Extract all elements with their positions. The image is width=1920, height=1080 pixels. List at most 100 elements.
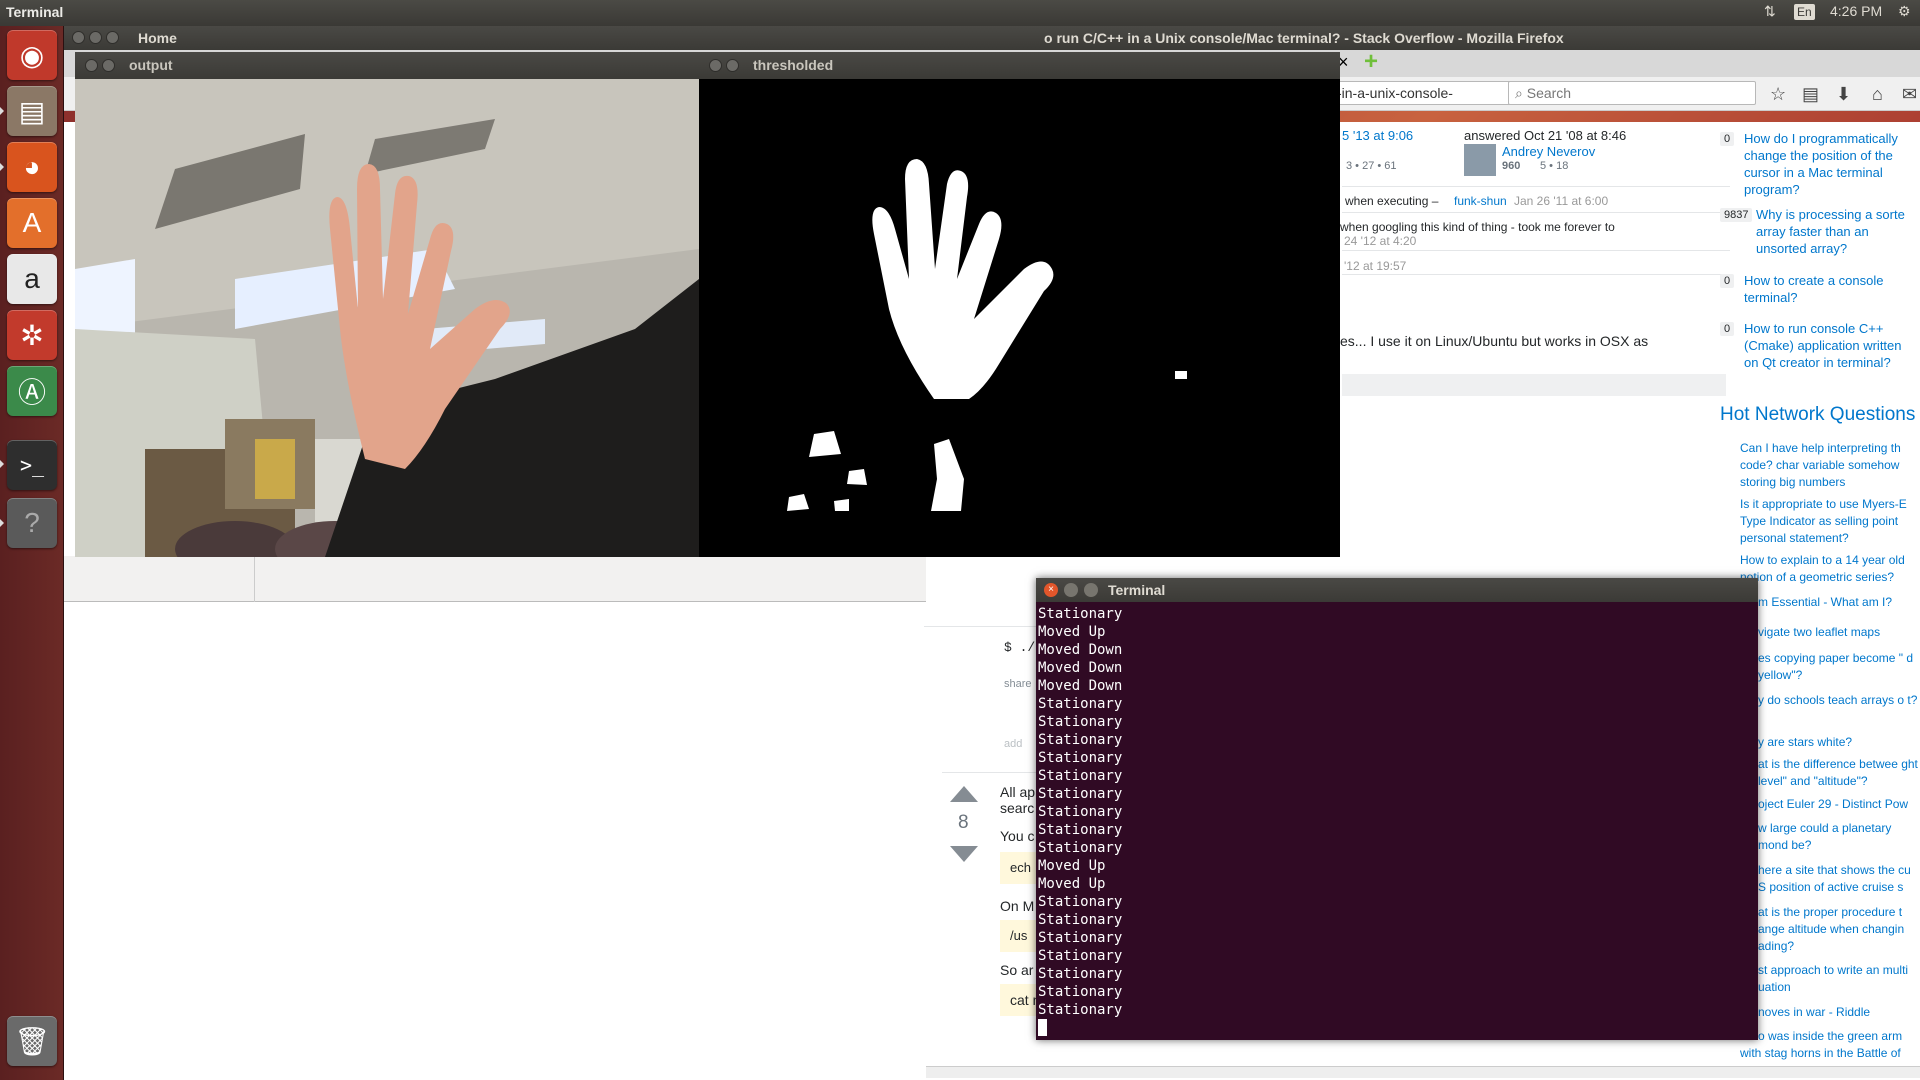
- divider: [1342, 250, 1730, 251]
- firefox-window-title: o run C/C++ in a Unix console/Mac termin…: [1044, 30, 1564, 46]
- search-input[interactable]: ⌕ Search: [1508, 81, 1756, 105]
- divider: [1342, 186, 1730, 187]
- hot-question-link[interactable]: y do schools teach arrays o t?: [1758, 692, 1920, 709]
- window-controls[interactable]: [72, 31, 119, 44]
- thresholded-window[interactable]: thresholded: [699, 52, 1340, 557]
- output-window[interactable]: output: [75, 52, 699, 557]
- related-link[interactable]: How do I programmatically change the pos…: [1744, 130, 1920, 198]
- home-label: Home: [138, 30, 177, 46]
- related-count: 0: [1720, 274, 1735, 288]
- answer-text: So ar: [1000, 962, 1034, 978]
- terminal-line: Moved Up: [1038, 858, 1106, 874]
- code-prompt: $ ./: [1004, 640, 1036, 655]
- thresholded-titlebar[interactable]: thresholded: [699, 52, 1340, 79]
- terminal-titlebar[interactable]: × Terminal: [1036, 578, 1758, 602]
- hot-question-link[interactable]: y are stars white?: [1758, 734, 1920, 751]
- camera-frame-image: [75, 79, 699, 557]
- related-count: 0: [1720, 322, 1735, 336]
- hot-question-link[interactable]: at is the proper procedure t ange altitu…: [1758, 904, 1920, 955]
- avatar[interactable]: [1464, 144, 1496, 176]
- terminal-line: Stationary: [1038, 732, 1123, 748]
- terminal-line: Moved Down: [1038, 660, 1123, 676]
- terminal-line: Stationary: [1038, 750, 1123, 766]
- hot-question-link[interactable]: here a site that shows the cu S position…: [1758, 862, 1920, 896]
- related-link[interactable]: Why is processing a sorte array faster t…: [1756, 206, 1920, 257]
- downvote-icon[interactable]: [950, 846, 978, 862]
- file-cabinet-icon[interactable]: ▤: [7, 86, 57, 136]
- hot-question-link[interactable]: noves in war - Riddle: [1758, 1004, 1920, 1021]
- terminal-line: Stationary: [1038, 768, 1123, 784]
- wrench-gear-icon[interactable]: ✲: [7, 310, 57, 360]
- terminal-window[interactable]: × Terminal Stationary Moved Up Moved Down M…: [1036, 578, 1758, 1040]
- related-link[interactable]: How to run console C++(Cmake) applicatio…: [1744, 320, 1904, 371]
- maximize-icon[interactable]: [1084, 583, 1098, 597]
- upvote-icon[interactable]: [950, 786, 978, 802]
- terminal-line: Moved Up: [1038, 624, 1106, 640]
- window-controls[interactable]: [85, 59, 115, 72]
- comment-time: 24 '12 at 4:20: [1344, 234, 1417, 248]
- divider: [254, 556, 255, 602]
- ubuntu-logo-icon[interactable]: ◉: [7, 30, 57, 80]
- download-icon[interactable]: ⬇: [1836, 84, 1851, 105]
- hot-question-link[interactable]: st approach to write an multi uation: [1758, 962, 1920, 996]
- terminal-line: Stationary: [1038, 912, 1123, 928]
- terminal-line: Stationary: [1038, 804, 1123, 820]
- related-count: 0: [1720, 132, 1735, 146]
- launcher-running-pip: [0, 163, 4, 171]
- author-name[interactable]: Andrey Neverov: [1502, 144, 1595, 159]
- hot-question-link[interactable]: m Essential - What am I?: [1758, 594, 1920, 611]
- question-icon[interactable]: ?: [7, 498, 57, 548]
- close-icon[interactable]: ×: [1044, 583, 1058, 597]
- author-badges: 5 • 18: [1540, 160, 1569, 172]
- terminal-line: Stationary: [1038, 948, 1123, 964]
- hot-question-link[interactable]: at is the difference betwee ght level" a…: [1758, 756, 1920, 790]
- terminal-line: Stationary: [1038, 696, 1123, 712]
- terminal-line: Stationary: [1038, 930, 1123, 946]
- terminal-line: Stationary: [1038, 840, 1123, 856]
- divider: [1342, 274, 1730, 275]
- window-controls[interactable]: [709, 59, 739, 72]
- amazon-icon[interactable]: a: [7, 254, 57, 304]
- network-arrows-icon[interactable]: ⇅: [1764, 3, 1776, 20]
- hot-question-link[interactable]: es copying paper become " d yellow"?: [1758, 650, 1920, 684]
- add-comment-link[interactable]: add: [1004, 738, 1022, 750]
- updater-icon[interactable]: Ⓐ: [7, 366, 57, 416]
- terminal-cursor-line[interactable]: [1038, 1019, 1756, 1037]
- keyboard-layout-indicator[interactable]: En: [1794, 4, 1815, 20]
- hot-question-link[interactable]: oject Euler 29 - Distinct Pow: [1758, 796, 1920, 813]
- hot-question-link[interactable]: w large could a planetary mond be?: [1758, 820, 1920, 854]
- hot-question-link[interactable]: Is it appropriate to use Myers-E Type In…: [1740, 496, 1920, 547]
- minimize-icon[interactable]: [1064, 583, 1078, 597]
- comment-user[interactable]: funk-shun: [1454, 194, 1507, 208]
- trash-icon[interactable]: 🗑: [7, 1016, 57, 1066]
- related-link[interactable]: How to create a console terminal?: [1744, 272, 1894, 306]
- answered-time: answered Oct 21 '08 at 8:46: [1464, 128, 1627, 143]
- output-titlebar[interactable]: output: [75, 52, 699, 79]
- terminal-output[interactable]: Stationary Moved Up Moved Down Moved Down Mo…: [1036, 602, 1758, 1040]
- unity-launcher: ◉ ▤ ◕ A a ✲ Ⓐ >_ ? 🗑: [0, 26, 64, 1080]
- terminal-icon[interactable]: >_: [7, 440, 57, 490]
- share-link[interactable]: share: [1004, 678, 1032, 690]
- hot-question-link[interactable]: How to explain to a 14 year old notion o…: [1740, 552, 1920, 586]
- edit-time[interactable]: 5 '13 at 9:06: [1342, 128, 1413, 143]
- power-gear-icon[interactable]: ⚙: [1898, 3, 1911, 20]
- related-count: 9837: [1720, 208, 1753, 222]
- clock[interactable]: 4:26 PM: [1830, 3, 1882, 19]
- launcher-running-pip: [0, 519, 4, 527]
- new-tab-icon[interactable]: +: [1364, 48, 1378, 76]
- horizontal-scrollbar[interactable]: [926, 1066, 1920, 1078]
- hot-question-link[interactable]: Who was inside the green arm with stag h…: [1740, 1028, 1920, 1062]
- comment-text: when googling this kind of thing - took …: [1340, 220, 1615, 234]
- chat-icon[interactable]: ✉: [1902, 84, 1917, 105]
- terminal-line: Stationary: [1038, 1002, 1123, 1018]
- launcher-running-pip: [0, 107, 4, 115]
- home-icon[interactable]: ⌂: [1872, 84, 1883, 105]
- bookmarks-list-icon[interactable]: ▤: [1802, 84, 1819, 105]
- hot-question-link[interactable]: vigate two leaflet maps: [1758, 624, 1920, 641]
- shopping-bag-icon[interactable]: A: [7, 198, 57, 248]
- firefox-icon[interactable]: ◕: [7, 142, 57, 192]
- comment-time: Jan 26 '11 at 6:00: [1514, 194, 1609, 208]
- hot-question-link[interactable]: Can I have help interpreting th code? ch…: [1740, 440, 1920, 491]
- vote-count: 8: [958, 812, 969, 833]
- bookmark-star-icon[interactable]: ☆: [1770, 84, 1786, 105]
